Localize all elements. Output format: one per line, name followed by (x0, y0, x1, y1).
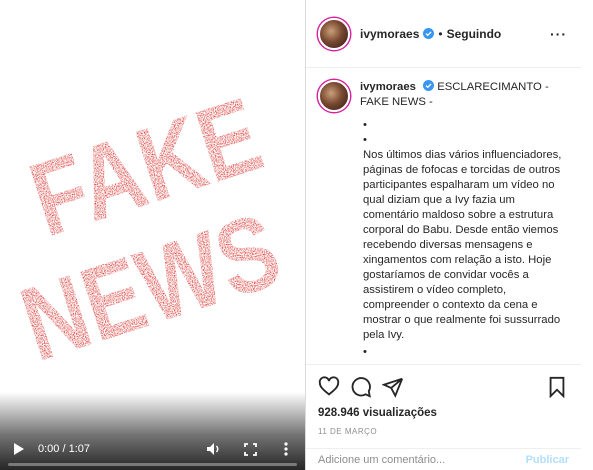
caption-bullets-top: • • (363, 118, 569, 148)
publish-button[interactable]: Publicar (526, 454, 569, 466)
username-link[interactable]: ivymoraes (360, 27, 419, 41)
post-date[interactable]: 11 DE MARÇO (318, 427, 569, 436)
view-count[interactable]: 928.946 visualizações (318, 407, 569, 419)
play-icon[interactable] (10, 440, 28, 458)
comment-input[interactable] (318, 453, 526, 466)
avatar[interactable] (318, 17, 350, 50)
more-vertical-icon[interactable] (277, 440, 295, 458)
caption-bullets-bottom: • • (363, 345, 569, 364)
header-separator: • (438, 26, 443, 41)
caption-header-text: ivymoraes ESCLARECIMANTO - FAKE NEWS - (360, 80, 569, 110)
video-time: 0:00 / 1:07 (38, 443, 90, 455)
comment-icon[interactable] (350, 376, 372, 398)
following-button[interactable]: Seguindo (447, 27, 502, 41)
caption-row: ivymoraes ESCLARECIMANTO - FAKE NEWS - (318, 80, 569, 112)
comment-bar: Publicar (306, 448, 581, 470)
share-icon[interactable] (382, 376, 404, 398)
video-player[interactable]: FAKE NEWS 0:00 / 1:07 (0, 0, 305, 470)
more-options-icon[interactable]: ··· (550, 26, 567, 42)
post-side-panel: ivymoraes • Seguindo ··· ivymoraes ESCLA… (306, 0, 581, 470)
fullscreen-icon[interactable] (241, 440, 259, 458)
video-progress-bar[interactable] (8, 463, 297, 466)
instagram-post-modal: FAKE NEWS 0:00 / 1:07 ivymoraes • Seguin… (0, 0, 593, 470)
caption-bullet: • (363, 134, 367, 146)
fake-news-stamp-image: FAKE NEWS (8, 74, 294, 383)
caption-username-link[interactable]: ivymoraes (360, 81, 416, 93)
action-icons-row (318, 373, 569, 401)
caption-body: Nos últimos dias vários influenciadores,… (363, 149, 562, 341)
post-header: ivymoraes • Seguindo ··· (306, 0, 581, 68)
post-caption: ivymoraes ESCLARECIMANTO - FAKE NEWS - •… (306, 68, 581, 364)
verified-badge-icon (423, 80, 435, 91)
post-actions: 928.946 visualizações 11 DE MARÇO (306, 364, 581, 448)
bookmark-icon[interactable] (547, 376, 569, 398)
heart-icon[interactable] (318, 376, 340, 398)
caption-bullet: • (363, 119, 367, 131)
caption-avatar[interactable] (318, 80, 350, 112)
verified-badge-icon (423, 28, 435, 39)
caption-bullet: • (363, 346, 367, 358)
volume-icon[interactable] (205, 440, 223, 458)
